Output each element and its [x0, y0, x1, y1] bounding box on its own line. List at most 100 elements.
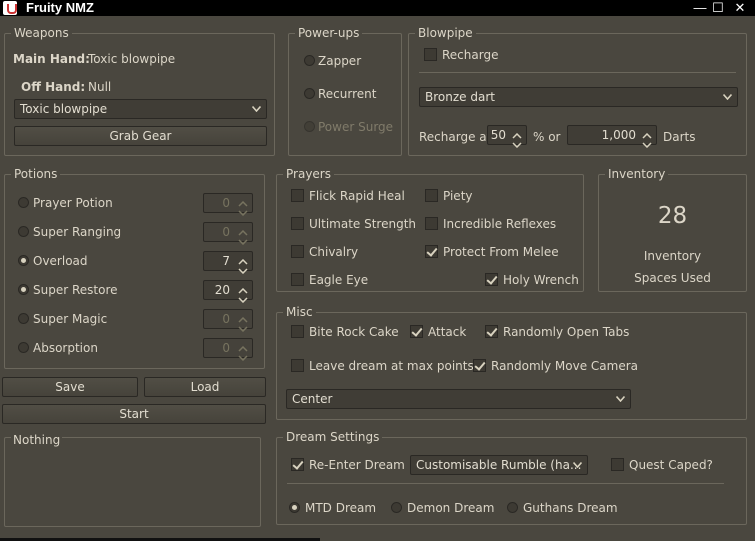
flick-rapid-heal-checkbox[interactable]: [291, 189, 304, 202]
holy-wrench-label: Holy Wrench: [503, 273, 579, 287]
zapper-radio[interactable]: [304, 55, 315, 66]
weapons-label: Weapons: [11, 26, 72, 40]
piety-label: Piety: [443, 189, 473, 203]
spinner-down-icon[interactable]: [238, 263, 248, 275]
recharge-percent-spinner[interactable]: 50: [487, 125, 527, 149]
piety-checkbox[interactable]: [425, 189, 438, 202]
super-ranging-radio[interactable]: [18, 226, 29, 237]
window-title: Fruity NMZ: [26, 0, 94, 15]
super-magic-radio[interactable]: [18, 313, 29, 324]
protect-from-melee-checkbox[interactable]: [425, 245, 438, 258]
recurrent-radio[interactable]: [304, 88, 315, 99]
close-icon[interactable]: ✕: [732, 0, 748, 16]
incredible-reflexes-checkbox[interactable]: [425, 217, 438, 230]
guthans-dream-radio[interactable]: [507, 502, 518, 513]
spinner-up-icon[interactable]: [238, 341, 248, 352]
super-restore-radio[interactable]: [18, 284, 29, 295]
spinner-up-icon[interactable]: [238, 254, 248, 265]
power-surge-radio[interactable]: [304, 121, 315, 132]
quest-caped-checkbox[interactable]: [611, 458, 624, 471]
attack-label: Attack: [428, 325, 467, 339]
dart-select-value: Bronze dart: [425, 90, 495, 104]
overload-radio[interactable]: [18, 255, 29, 266]
weapon-select[interactable]: Toxic blowpipe: [14, 99, 267, 119]
dart-select[interactable]: Bronze dart: [419, 87, 738, 107]
dream-settings-group: Dream Settings Re-Enter Dream Customisab…: [276, 430, 747, 525]
absorption-value: 0: [222, 341, 230, 355]
spinner-down-icon[interactable]: [238, 292, 248, 304]
super-restore-spinner[interactable]: 20: [203, 280, 253, 304]
super-restore-value: 20: [214, 283, 230, 297]
leave-dream-checkbox[interactable]: [291, 359, 304, 372]
recharge-checkbox[interactable]: [424, 48, 437, 61]
maximize-icon[interactable]: ☐: [710, 0, 726, 16]
randomly-move-camera-label: Randomly Move Camera: [491, 359, 639, 373]
load-button[interactable]: Load: [144, 377, 266, 397]
spinner-up-icon[interactable]: [642, 128, 652, 139]
randomly-open-tabs-checkbox[interactable]: [485, 325, 498, 338]
absorption-radio[interactable]: [18, 342, 29, 353]
potions-group: Potions Prayer Potion 0 Super Ranging 0 Over…: [4, 167, 265, 369]
super-ranging-value: 0: [222, 225, 230, 239]
recharge-at-label: Recharge at: [419, 130, 492, 144]
reenter-dream-checkbox[interactable]: [291, 458, 304, 471]
prayer-potion-radio[interactable]: [18, 197, 29, 208]
super-ranging-spinner[interactable]: 0: [203, 222, 253, 246]
randomly-move-camera-checkbox[interactable]: [473, 359, 486, 372]
demon-dream-radio[interactable]: [391, 502, 402, 513]
spinner-down-icon[interactable]: [238, 321, 248, 333]
eagle-eye-checkbox[interactable]: [291, 273, 304, 286]
minimize-icon[interactable]: —: [692, 0, 708, 16]
super-magic-value: 0: [222, 312, 230, 326]
spinner-down-icon[interactable]: [642, 137, 652, 149]
recharge-percent-value: 50: [490, 128, 506, 142]
blowpipe-separator: [419, 72, 736, 73]
grab-gear-button[interactable]: Grab Gear: [14, 126, 267, 146]
powerups-group: Power-ups Zapper Recurrent Power Surge: [288, 26, 402, 156]
percent-or-label: % or: [533, 130, 561, 144]
darts-spinner[interactable]: 1,000: [567, 125, 657, 149]
spinner-up-icon[interactable]: [238, 283, 248, 294]
chevron-down-icon: [573, 462, 582, 470]
status-label: Nothing: [11, 433, 63, 447]
super-magic-spinner[interactable]: 0: [203, 309, 253, 333]
absorption-spinner[interactable]: 0: [203, 338, 253, 362]
spinner-down-icon[interactable]: [238, 350, 248, 362]
leave-dream-label: Leave dream at max points: [309, 359, 474, 373]
holy-wrench-checkbox[interactable]: [485, 273, 498, 286]
darts-value: 1,000: [601, 128, 636, 142]
java-icon: [3, 1, 17, 15]
save-button[interactable]: Save: [2, 377, 138, 397]
weapons-group: Weapons Main Hand: Toxic blowpipe Off Ha…: [4, 26, 275, 156]
quest-caped-label: Quest Caped?: [629, 458, 713, 472]
spinner-up-icon[interactable]: [512, 128, 522, 139]
flick-rapid-heal-label: Flick Rapid Heal: [309, 189, 405, 203]
powerups-label: Power-ups: [295, 26, 363, 40]
dream-type-select[interactable]: Customisable Rumble (ha...: [410, 455, 588, 475]
ultimate-strength-checkbox[interactable]: [291, 217, 304, 230]
overload-spinner[interactable]: 7: [203, 251, 253, 275]
spinner-up-icon[interactable]: [238, 196, 248, 207]
mtd-dream-label: MTD Dream: [305, 501, 377, 515]
darts-label: Darts: [663, 130, 696, 144]
spinner-down-icon[interactable]: [238, 205, 248, 217]
chivalry-checkbox[interactable]: [291, 245, 304, 258]
mtd-dream-radio[interactable]: [289, 502, 300, 513]
prayer-potion-value: 0: [222, 196, 230, 210]
spinner-down-icon[interactable]: [512, 137, 522, 149]
start-button[interactable]: Start: [2, 404, 266, 424]
attack-checkbox[interactable]: [410, 325, 423, 338]
main-hand-label: Main Hand:: [13, 52, 90, 66]
prayer-potion-label: Prayer Potion: [33, 196, 113, 210]
main-hand-value: Toxic blowpipe: [88, 52, 176, 66]
spinner-up-icon[interactable]: [238, 225, 248, 236]
overload-value: 7: [222, 254, 230, 268]
randomly-open-tabs-label: Randomly Open Tabs: [503, 325, 630, 339]
blowpipe-group: Blowpipe Recharge Bronze dart Recharge a…: [408, 26, 747, 156]
prayer-potion-spinner[interactable]: 0: [203, 193, 253, 217]
spinner-down-icon[interactable]: [238, 234, 248, 246]
absorption-label: Absorption: [33, 341, 98, 355]
position-select[interactable]: Center: [286, 389, 631, 409]
bite-rock-cake-checkbox[interactable]: [291, 325, 304, 338]
spinner-up-icon[interactable]: [238, 312, 248, 323]
